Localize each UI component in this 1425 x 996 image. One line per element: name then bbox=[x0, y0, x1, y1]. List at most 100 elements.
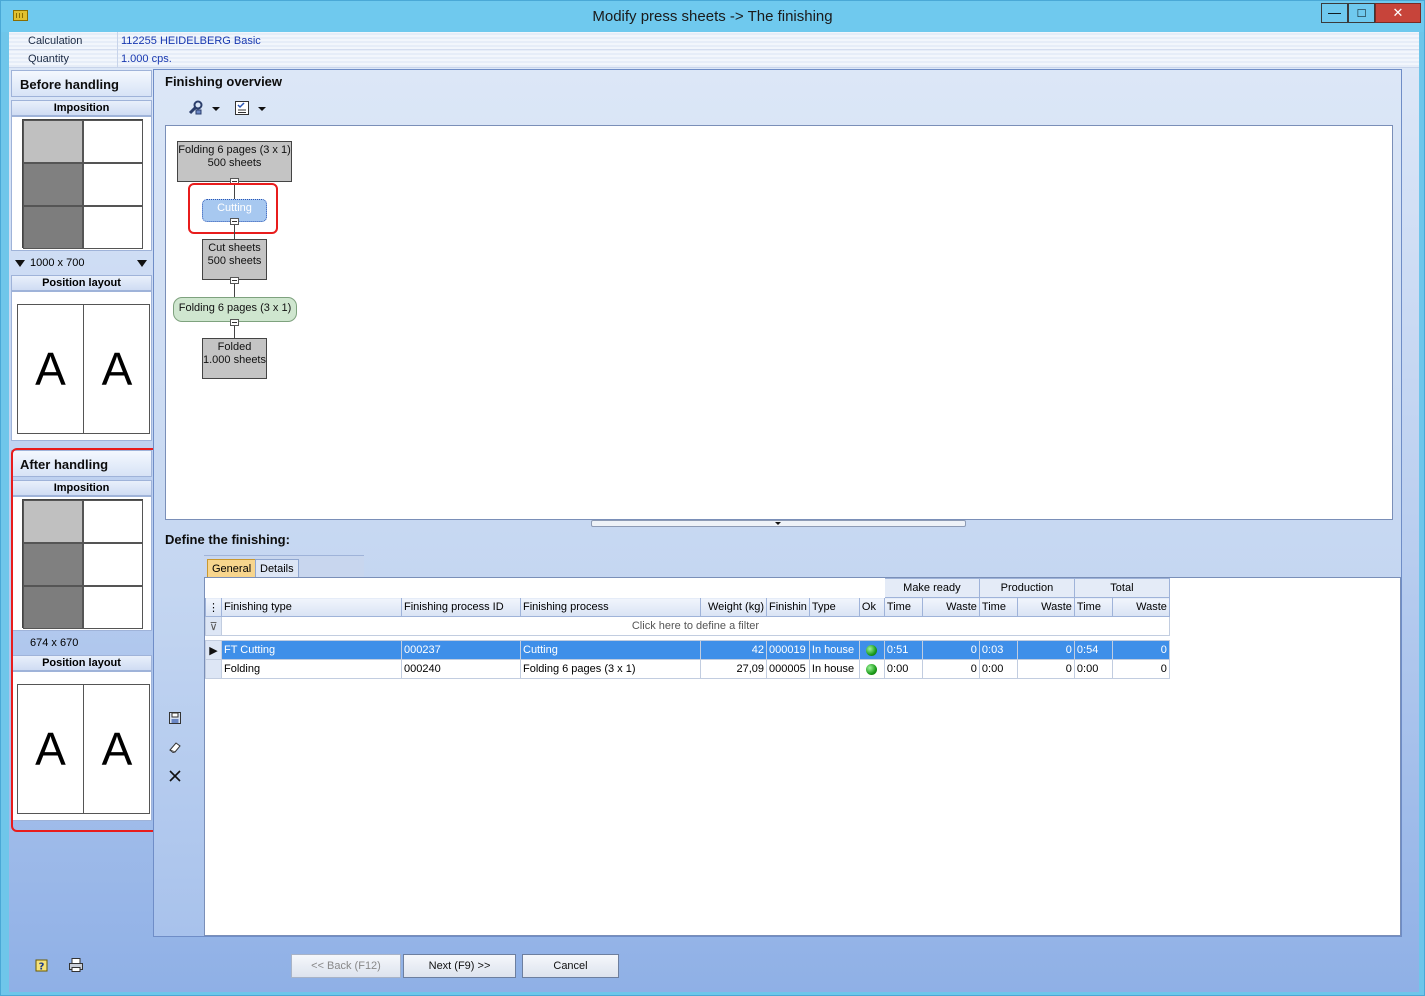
collapse-arrow-icon[interactable] bbox=[15, 260, 25, 267]
before-position-layout-panel[interactable]: A A bbox=[11, 291, 152, 441]
window: Modify press sheets -> The finishing — □… bbox=[0, 0, 1425, 996]
delete-icon[interactable] bbox=[168, 769, 182, 783]
save-icon[interactable] bbox=[168, 711, 182, 725]
connector-line bbox=[234, 326, 235, 338]
col-type[interactable]: Type bbox=[808, 597, 860, 617]
filter-hint[interactable]: Click here to define a filter bbox=[221, 616, 1170, 636]
col-total-time[interactable]: Time bbox=[1073, 597, 1113, 617]
cell-finishin[interactable]: 000019 bbox=[766, 640, 810, 660]
info-separator bbox=[117, 50, 118, 68]
table-row[interactable]: ▶ FT Cutting 000237 Cutting 42 000019 In… bbox=[205, 640, 1170, 660]
tab-general[interactable]: General bbox=[207, 559, 257, 578]
node-folding-input[interactable]: Folding 6 pages (3 x 1) 500 sheets bbox=[177, 141, 292, 182]
cell-total-time[interactable]: 0:54 bbox=[1073, 640, 1113, 660]
col-make-ready-time[interactable]: Time bbox=[883, 597, 923, 617]
wrench-icon[interactable] bbox=[187, 100, 203, 116]
checklist-icon[interactable] bbox=[234, 100, 250, 116]
column-header-row: ⋮ Finishing type Finishing process ID Fi… bbox=[205, 597, 1170, 617]
info-separator bbox=[117, 32, 118, 50]
cell-total-waste[interactable]: 0 bbox=[1111, 640, 1170, 660]
minimize-button[interactable]: — bbox=[1321, 3, 1348, 23]
cell-finishin[interactable]: 000005 bbox=[766, 659, 810, 679]
cell-total-time[interactable]: 0:00 bbox=[1073, 659, 1113, 679]
col-finishin[interactable]: Finishin bbox=[766, 597, 810, 617]
close-button[interactable]: ✕ bbox=[1375, 3, 1421, 23]
cell-process-id[interactable]: 000240 bbox=[401, 659, 521, 679]
col-finishing-process[interactable]: Finishing process bbox=[520, 597, 701, 617]
col-make-ready-waste[interactable]: Waste bbox=[921, 597, 980, 617]
title-bar[interactable]: Modify press sheets -> The finishing — □… bbox=[1, 1, 1424, 32]
table-row[interactable]: Folding 000240 Folding 6 pages (3 x 1) 2… bbox=[205, 659, 1170, 679]
node-cut-sheets[interactable]: Cut sheets 500 sheets bbox=[202, 239, 267, 280]
band-spacer bbox=[205, 578, 885, 598]
node-count: 500 sheets bbox=[207, 255, 262, 267]
next-button[interactable]: Next (F9) >> bbox=[403, 954, 516, 978]
col-finishing-type[interactable]: Finishing type bbox=[221, 597, 402, 617]
cell-make-ready-time[interactable]: 0:51 bbox=[883, 640, 923, 660]
node-label: Folding 6 pages (3 x 1) bbox=[178, 144, 291, 156]
cell-type[interactable]: In house bbox=[808, 659, 860, 679]
sheet-cell bbox=[83, 120, 143, 163]
cell-finishing-type[interactable]: FT Cutting bbox=[221, 640, 402, 660]
finishing-diagram[interactable]: Folding 6 pages (3 x 1) 500 sheets Cutti… bbox=[165, 125, 1393, 520]
before-handling-header: Before handling bbox=[11, 70, 152, 97]
layout-letter-right: A bbox=[101, 343, 133, 395]
col-weight[interactable]: Weight (kg) bbox=[700, 597, 767, 617]
cell-production-time[interactable]: 0:00 bbox=[978, 659, 1018, 679]
ok-status-icon bbox=[866, 663, 878, 675]
filter-row[interactable]: ⊽ Click here to define a filter bbox=[205, 616, 1170, 636]
cell-ok[interactable] bbox=[858, 659, 885, 679]
sheet-cell bbox=[83, 163, 143, 206]
cell-weight[interactable]: 42 bbox=[700, 640, 767, 660]
col-total-waste[interactable]: Waste bbox=[1111, 597, 1170, 617]
cell-make-ready-waste[interactable]: 0 bbox=[921, 659, 980, 679]
node-count: 1.000 sheets bbox=[203, 354, 266, 366]
cell-finishing-type[interactable]: Folding bbox=[221, 659, 402, 679]
back-button[interactable]: << Back (F12) bbox=[291, 954, 401, 978]
cell-total-waste[interactable]: 0 bbox=[1111, 659, 1170, 679]
node-count: 500 sheets bbox=[207, 157, 262, 169]
cell-ok[interactable] bbox=[858, 640, 885, 660]
cell-weight[interactable]: 27,09 bbox=[700, 659, 767, 679]
expand-arrow-icon[interactable] bbox=[137, 260, 147, 267]
eraser-icon[interactable] bbox=[168, 740, 182, 754]
cell-make-ready-time[interactable]: 0:00 bbox=[883, 659, 923, 679]
calculation-value: 112255 HEIDELBERG Basic bbox=[121, 35, 261, 47]
cancel-button[interactable]: Cancel bbox=[522, 954, 619, 978]
sheet-cell bbox=[23, 120, 83, 163]
sheet-cell bbox=[83, 206, 143, 249]
maximize-button[interactable]: □ bbox=[1348, 3, 1375, 23]
cell-production-waste[interactable]: 0 bbox=[1016, 640, 1075, 660]
before-imposition-panel[interactable] bbox=[11, 116, 152, 251]
column-chooser-icon[interactable]: ⋮ bbox=[205, 597, 222, 617]
col-finishing-process-id[interactable]: Finishing process ID bbox=[401, 597, 521, 617]
client-area: Calculation 112255 HEIDELBERG Basic Quan… bbox=[9, 32, 1419, 992]
tab-strip: General Details bbox=[204, 555, 364, 578]
before-imposition-grid bbox=[22, 119, 143, 249]
print-icon[interactable] bbox=[68, 957, 84, 973]
cell-process-id[interactable]: 000237 bbox=[401, 640, 521, 660]
filter-icon[interactable]: ⊽ bbox=[205, 616, 222, 636]
cell-process[interactable]: Folding 6 pages (3 x 1) bbox=[520, 659, 701, 679]
node-port[interactable] bbox=[230, 319, 239, 326]
node-port[interactable] bbox=[230, 277, 239, 284]
chevron-down-icon[interactable] bbox=[212, 107, 220, 111]
chevron-down-icon[interactable] bbox=[258, 107, 266, 111]
define-finishing-title: Define the finishing: bbox=[165, 532, 290, 547]
col-ok[interactable]: Ok bbox=[858, 597, 885, 617]
cell-type[interactable]: In house bbox=[808, 640, 860, 660]
cell-production-time[interactable]: 0:03 bbox=[978, 640, 1018, 660]
after-handling-highlight bbox=[11, 448, 164, 832]
panel-splitter[interactable] bbox=[591, 520, 966, 527]
node-folded[interactable]: Folded 1.000 sheets bbox=[202, 338, 267, 379]
sheet-cell bbox=[23, 206, 83, 249]
cell-process[interactable]: Cutting bbox=[520, 640, 701, 660]
before-position-layout-label: Position layout bbox=[11, 275, 152, 291]
help-icon[interactable]: ? bbox=[34, 957, 50, 973]
cell-production-waste[interactable]: 0 bbox=[1016, 659, 1075, 679]
band-total: Total bbox=[1073, 578, 1170, 598]
col-production-time[interactable]: Time bbox=[978, 597, 1018, 617]
col-production-waste[interactable]: Waste bbox=[1016, 597, 1075, 617]
tab-details[interactable]: Details bbox=[255, 559, 299, 578]
cell-make-ready-waste[interactable]: 0 bbox=[921, 640, 980, 660]
